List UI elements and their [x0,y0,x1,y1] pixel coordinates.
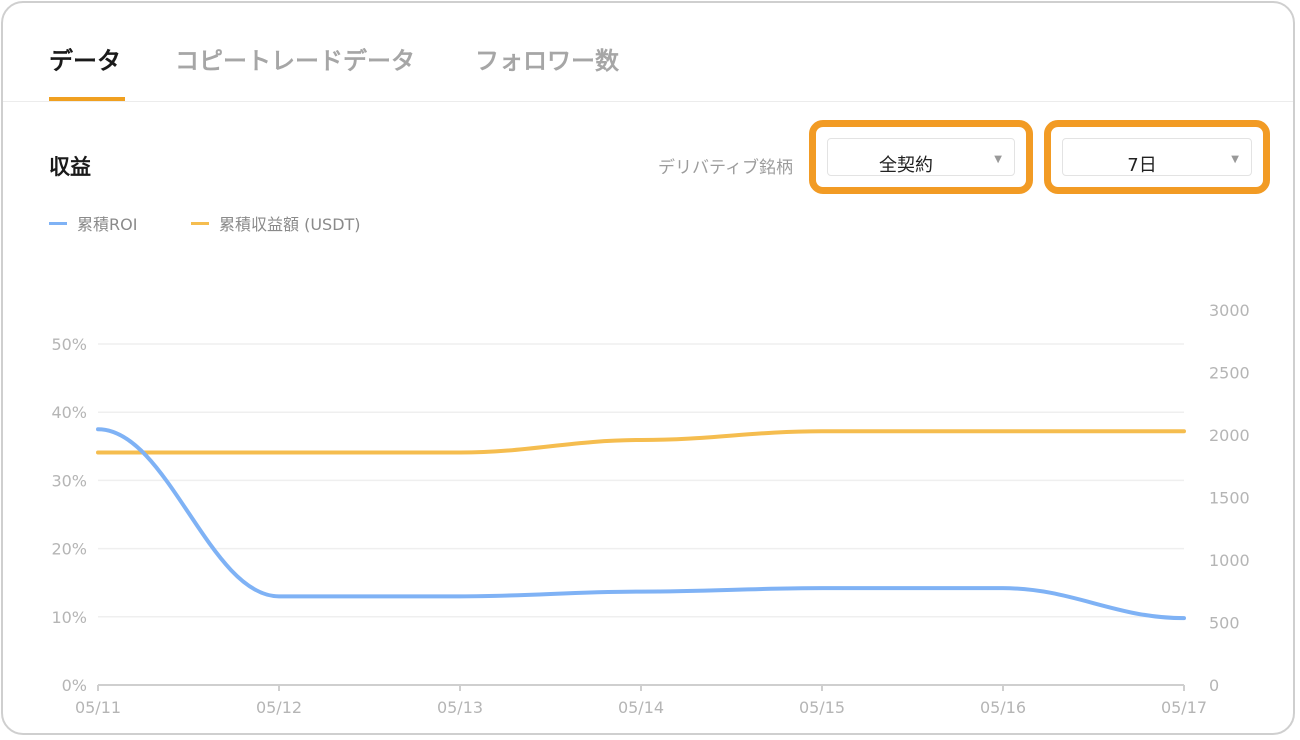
y-left-tick-label: 30% [51,471,87,490]
y-right-tick-label: 2000 [1209,426,1250,445]
y-left-tick-label: 20% [51,540,87,559]
x-tick-label: 05/11 [75,698,121,717]
x-tick-label: 05/16 [980,698,1026,717]
y-left-tick-label: 40% [51,403,87,422]
series-line-roi [96,427,1186,621]
y-right-tick-label: 3000 [1209,301,1250,320]
earnings-card: データ コピートレードデータ フォロワー数 収益 デリバティブ銘柄 全契約 ▼ … [1,1,1295,735]
y-left-tick-label: 0% [62,676,87,695]
y-right-tick-label: 500 [1209,614,1240,633]
y-left-tick-label: 10% [51,608,87,627]
x-tick-label: 05/13 [437,698,483,717]
y-right-tick-label: 1500 [1209,489,1250,508]
y-right-tick-label: 0 [1209,676,1219,695]
x-tick-label: 05/14 [618,698,664,717]
x-tick-label: 05/17 [1161,698,1207,717]
y-right-tick-label: 1000 [1209,551,1250,570]
x-tick-label: 05/15 [799,698,845,717]
y-left-tick-label: 50% [51,335,87,354]
series-line-pnl [96,429,1186,455]
x-tick-label: 05/12 [256,698,302,717]
earnings-chart: 0% 10% 20% 30% 40% 50% 0 500 1000 1500 2000 2500 300… [51,301,1250,717]
y-right-tick-label: 2500 [1209,364,1250,383]
